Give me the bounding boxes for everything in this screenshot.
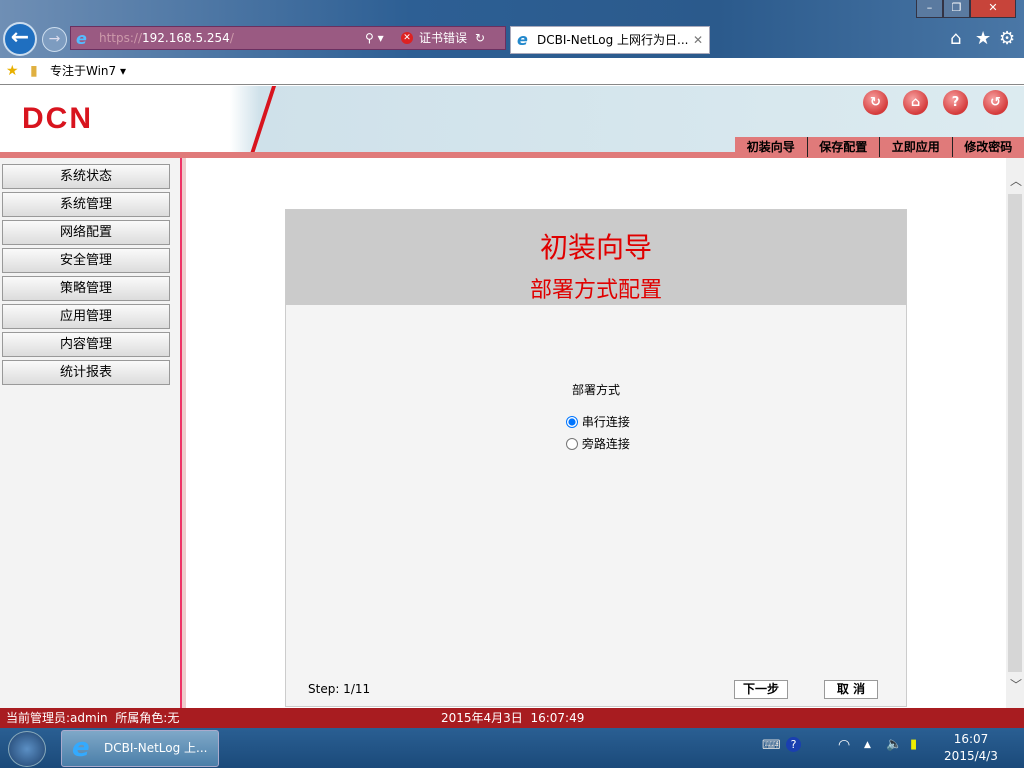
- gear-icon[interactable]: ⚙: [999, 28, 1015, 49]
- radio-bypass[interactable]: 旁路连接: [566, 435, 630, 452]
- sidebar-item-content[interactable]: 内容管理: [2, 332, 170, 357]
- favorites-star-icon[interactable]: ★: [975, 28, 991, 49]
- logout-icon[interactable]: ↺: [983, 90, 1008, 115]
- help-tray-icon[interactable]: ?: [786, 737, 801, 752]
- cert-error-button[interactable]: 证书错误: [419, 27, 467, 49]
- scroll-thumb[interactable]: [1008, 194, 1022, 672]
- sidebar-item-security[interactable]: 安全管理: [2, 248, 170, 273]
- scrollbar[interactable]: ︿ ﹀: [1006, 158, 1024, 708]
- sidebar-item-application[interactable]: 应用管理: [2, 304, 170, 329]
- wizard-panel: 初装向导 部署方式配置 部署方式 串行连接 旁路连接 Step: 1/11 下一…: [285, 209, 907, 707]
- favorites-icon[interactable]: ★: [6, 58, 19, 84]
- status-bar: 当前管理员:admin 所属角色:无 2015年4月3日 16:07:49: [0, 708, 1024, 728]
- refresh-icon[interactable]: ↻: [863, 90, 888, 115]
- sidebar-item-system-management[interactable]: 系统管理: [2, 192, 170, 217]
- clock[interactable]: 16:07 2015/4/3: [940, 731, 1002, 765]
- logo: DCN: [22, 102, 93, 135]
- menu-save-config[interactable]: 保存配置: [808, 137, 880, 157]
- wizard-subtitle: 部署方式配置: [529, 278, 662, 303]
- close-tab-icon[interactable]: ✕: [693, 27, 703, 53]
- close-window-button[interactable]: ✕: [970, 0, 1016, 18]
- keyboard-icon[interactable]: ⌨: [762, 738, 781, 753]
- deploy-mode-label: 部署方式: [572, 383, 621, 397]
- ie-icon: e: [72, 733, 90, 763]
- favorites-bar: ★ ▮ 专注于Win7 ▾: [0, 58, 1024, 85]
- wifi-icon[interactable]: ◠: [838, 737, 850, 753]
- ie-icon: e: [517, 30, 528, 49]
- home-icon[interactable]: ⌂: [950, 28, 961, 49]
- taskbar-item-ie[interactable]: e DCBI-NetLog 上...: [61, 730, 219, 767]
- error-icon: ✕: [401, 32, 413, 44]
- favorite-link[interactable]: 专注于Win7: [50, 64, 116, 78]
- next-button[interactable]: 下一步: [734, 680, 788, 699]
- sidebar: 系统状态 系统管理 网络配置 安全管理 策略管理 应用管理 内容管理 统计报表: [0, 158, 180, 708]
- start-button[interactable]: [8, 731, 46, 767]
- home-icon[interactable]: ⌂: [903, 90, 928, 115]
- folder-icon: ▮: [30, 63, 38, 79]
- admin-info: 当前管理员:admin 所属角色:无: [6, 711, 180, 725]
- step-indicator: Step: 1/11: [308, 682, 371, 696]
- sidebar-item-network-config[interactable]: 网络配置: [2, 220, 170, 245]
- top-menu: 初装向导 保存配置 立即应用 修改密码: [735, 137, 1024, 157]
- search-icon[interactable]: ⚲ ▾: [365, 27, 384, 49]
- wizard-header: 初装向导 部署方式配置: [286, 210, 906, 305]
- forward-button[interactable]: →: [42, 27, 67, 52]
- menu-setup-wizard[interactable]: 初装向导: [735, 137, 808, 157]
- refresh-icon[interactable]: ↻: [475, 27, 485, 49]
- sidebar-item-reports[interactable]: 统计报表: [2, 360, 170, 385]
- back-button[interactable]: ←: [3, 22, 37, 56]
- maximize-button[interactable]: ❐: [943, 0, 970, 18]
- cancel-button[interactable]: 取 消: [824, 680, 878, 699]
- sidebar-item-system-status[interactable]: 系统状态: [2, 164, 170, 189]
- browser-tab[interactable]: e DCBI-NetLog 上网行为日... ✕: [510, 26, 710, 54]
- menu-change-password[interactable]: 修改密码: [953, 137, 1024, 157]
- scroll-up-icon[interactable]: ︿: [1010, 172, 1022, 189]
- minimize-button[interactable]: –: [916, 0, 943, 18]
- sidebar-item-policy[interactable]: 策略管理: [2, 276, 170, 301]
- ie-icon: e: [76, 29, 87, 48]
- datetime: 2015年4月3日 16:07:49: [441, 711, 585, 725]
- radio-serial[interactable]: 串行连接: [566, 413, 630, 430]
- scroll-down-icon[interactable]: ﹀: [1010, 676, 1022, 693]
- menu-apply-now[interactable]: 立即应用: [880, 137, 953, 157]
- help-icon[interactable]: ?: [943, 90, 968, 115]
- logo-swoosh: [213, 86, 277, 154]
- wizard-title: 初装向导: [539, 231, 652, 264]
- address-bar[interactable]: e https://192.168.5.254/ ⚲ ▾ ✕ 证书错误 ↻: [70, 26, 506, 50]
- power-icon[interactable]: ▮: [910, 737, 917, 752]
- show-hidden-icons[interactable]: ▲: [864, 740, 871, 750]
- volume-icon[interactable]: 🔈: [886, 737, 902, 752]
